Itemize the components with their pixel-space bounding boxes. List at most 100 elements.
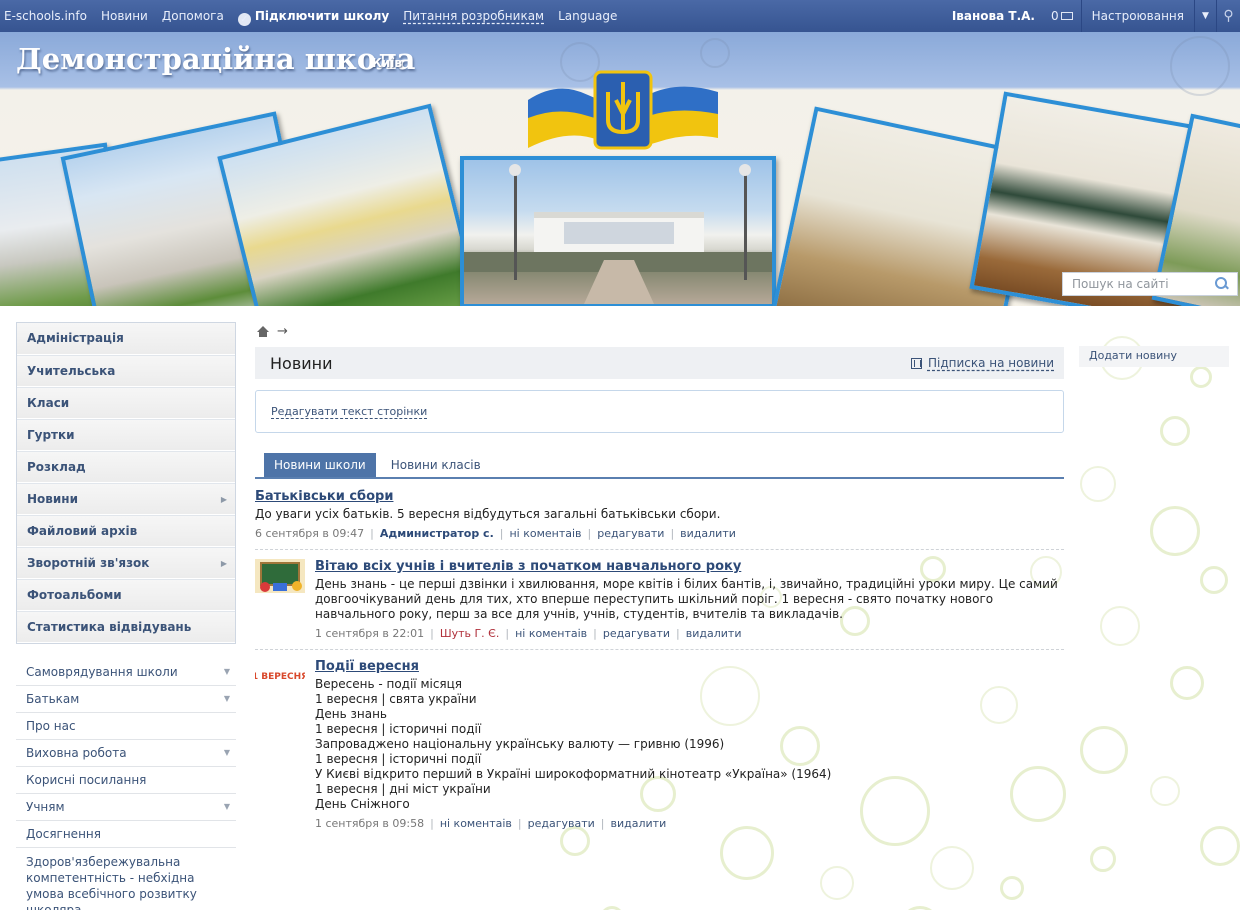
news-thumbnail[interactable] (255, 559, 305, 593)
tab-class-news[interactable]: Новини класів (381, 453, 491, 477)
sidebar-item[interactable]: Адміністрація (17, 323, 235, 355)
sidebar-item[interactable]: Файловий архів (17, 515, 235, 547)
decorative-ring (930, 846, 974, 890)
secondary-menu-item[interactable]: Самоврядування школи ▼ (16, 659, 236, 686)
news-link[interactable]: Новини (94, 0, 155, 32)
edit-page-text-link[interactable]: Редагувати текст сторінки (271, 405, 427, 418)
developers-link[interactable]: Питання розробникам (396, 0, 551, 32)
sidebar-item[interactable]: Статистика відвідувань (17, 611, 235, 643)
subscribe-link[interactable]: Підписка на новини (910, 356, 1054, 370)
comments-link[interactable]: ні коментаів (509, 527, 581, 540)
connect-school-link[interactable]: ✓ Підключити школу (231, 0, 396, 32)
sidebar-item[interactable]: Новини ▶ (17, 483, 235, 515)
secondary-menu-item[interactable]: Виховна робота ▼ (16, 740, 236, 767)
dropdown-toggle[interactable]: ▼ (1194, 0, 1216, 32)
header-banner: Демонстраційна школа Київ (0, 32, 1240, 306)
breadcrumb-arrow: → (277, 323, 288, 339)
news-line: 1 вересня | свята україни (315, 692, 477, 706)
thumbnail-text: 1 ВЕРЕСНЯ (255, 672, 305, 682)
sidebar-item[interactable]: Гуртки (17, 419, 235, 451)
rss-icon (910, 357, 922, 369)
top-navigation-bar: E-schools.info Новини Допомога ✓ Підключи… (0, 0, 1240, 32)
sidebar-item-label: Розклад (27, 460, 86, 474)
decorative-ring (1080, 466, 1116, 502)
news-line: У Києві відкрито перший в Україні широко… (315, 767, 832, 781)
page-title: Новини (270, 353, 333, 373)
sidebar-item-label: Учительська (27, 364, 116, 378)
news-author[interactable]: Шуть Г. Є. (440, 627, 500, 640)
site-link[interactable]: E-schools.info (0, 0, 94, 32)
news-tabs: Новини школи Новини класів (255, 453, 1064, 479)
news-body: День знань - це перші дзвінки і хвилюван… (315, 577, 1058, 621)
school-title[interactable]: Демонстраційна школа (16, 42, 415, 76)
search-input[interactable] (1063, 277, 1213, 291)
sidebar-item[interactable]: Класи (17, 387, 235, 419)
edit-link[interactable]: редагувати (597, 527, 664, 540)
sidebar-item[interactable]: Розклад (17, 451, 235, 483)
edit-link[interactable]: редагувати (528, 817, 595, 830)
decorative-ring (900, 906, 940, 910)
secondary-menu-item[interactable]: Досягнення (16, 821, 236, 848)
connect-school-label: Підключити школу (254, 9, 390, 23)
news-thumbnail[interactable]: 1 ВЕРЕСНЯ (255, 659, 305, 693)
news-body: Вересень - події місяця 1 вересня | свят… (315, 677, 1064, 812)
user-name-link[interactable]: Іванова Т.А. (944, 9, 1043, 23)
home-icon[interactable] (257, 325, 269, 337)
add-news-link[interactable]: Додати новину (1079, 346, 1229, 366)
news-meta: 6 сентября в 09:47 | Администратор с. | ні к… (255, 527, 736, 540)
secondary-menu-item[interactable]: Корисні посилання (16, 767, 236, 794)
decorative-ring (1200, 566, 1228, 594)
edit-link[interactable]: редагувати (603, 627, 670, 640)
decorative-ring (1160, 416, 1190, 446)
secondary-menu-item[interactable]: Батькам ▼ (16, 686, 236, 713)
secondary-menu-label: Корисні посилання (26, 773, 147, 787)
news-line: 1 вересня | історичні події (315, 752, 482, 766)
decorative-ring (820, 866, 854, 900)
school-building-illustration (464, 164, 772, 304)
comments-link[interactable]: ні коментаів (515, 627, 587, 640)
chevron-down-icon: ▼ (1202, 11, 1209, 21)
secondary-menu-label: Виховна робота (26, 746, 127, 760)
secondary-menu-item[interactable]: Про нас (16, 713, 236, 740)
language-link[interactable]: Language (551, 0, 624, 32)
delete-link[interactable]: видалити (611, 817, 667, 830)
tab-school-news[interactable]: Новини школи (264, 453, 376, 477)
news-meta: 1 сентября в 09:58 | ні коментаів | редагува… (315, 817, 667, 830)
secondary-menu-label: Самоврядування школи (26, 665, 178, 679)
settings-link[interactable]: Настроювання (1080, 0, 1194, 32)
news-title[interactable]: Події вересня (315, 659, 419, 674)
news-author[interactable]: Администратор с. (380, 527, 494, 540)
news-date: 1 сентября в 22:01 (315, 627, 425, 640)
secondary-menu-item[interactable]: Здоров'язбережувальна компетентність - н… (16, 848, 236, 910)
sidebar-item[interactable]: Фотоальбоми (17, 579, 235, 611)
sidebar-item[interactable]: Учительська (17, 355, 235, 387)
mail-icon (1060, 12, 1073, 20)
sidebar-item-label: Адміністрація (27, 331, 124, 345)
decorative-ring (600, 906, 624, 910)
news-title[interactable]: Вітаю всіх учнів і вчителів з початком н… (315, 559, 741, 574)
news-line: Вересень - події місяця (315, 677, 463, 691)
news-meta: 1 сентября в 22:01 | Шуть Г. Є. | ні комента… (315, 627, 742, 640)
main-menu: Адміністрація Учительська Класи Гуртки Розкл… (16, 322, 236, 644)
search-icon[interactable] (1213, 275, 1231, 293)
chevron-down-icon: ▼ (223, 667, 230, 676)
decorative-ring (1100, 606, 1140, 646)
logout-icon[interactable]: ⚲ (1216, 0, 1240, 32)
sidebar-item-label: Фотоальбоми (27, 588, 122, 602)
secondary-menu-label: Здоров'язбережувальна компетентність - н… (26, 855, 197, 910)
sidebar-item-label: Файловий архів (27, 524, 138, 538)
news-date: 1 сентября в 09:58 (315, 817, 425, 830)
comments-link[interactable]: ні коментаів (440, 817, 512, 830)
delete-link[interactable]: видалити (680, 527, 736, 540)
help-link[interactable]: Допомога (155, 0, 231, 32)
messages-link[interactable]: 0 (1043, 9, 1081, 23)
news-title[interactable]: Батьківськи сбори (255, 489, 393, 504)
sidebar-item[interactable]: Зворотній зв'язок ▶ (17, 547, 235, 579)
sidebar-item-label: Класи (27, 396, 70, 410)
ukraine-flag-emblem (528, 70, 718, 150)
decorative-ring (1150, 506, 1200, 556)
delete-link[interactable]: видалити (686, 627, 742, 640)
right-sidebar: Додати новину (1079, 346, 1229, 367)
page-header: Новини Підписка на новини (255, 347, 1064, 379)
secondary-menu-item[interactable]: Учням ▼ (16, 794, 236, 821)
